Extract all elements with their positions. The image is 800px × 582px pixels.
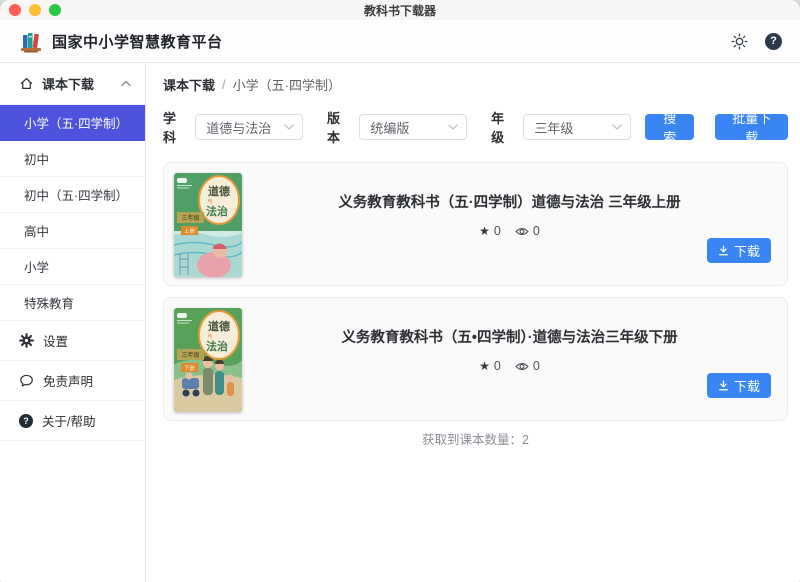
grade-label: 年级 [491, 108, 514, 146]
chevron-up-icon [121, 80, 131, 87]
chevron-down-icon [448, 124, 458, 130]
edition-label: 版本 [327, 108, 350, 146]
star-icon: ★ [479, 224, 490, 238]
svg-text:下册: 下册 [184, 365, 196, 372]
batch-download-button[interactable]: 批量下载 [715, 114, 788, 140]
book-stats: ★ 0 0 [479, 359, 540, 373]
breadcrumb-current: 小学（五·四学制） [233, 75, 341, 94]
sidebar-group-textbook-download[interactable]: 课本下载 [0, 63, 145, 105]
download-button[interactable]: 下载 [707, 238, 771, 263]
eye-icon [515, 361, 529, 372]
book-cover-volume2[interactable]: 道德 与 法治 三年级 下册 [174, 308, 242, 412]
theme-toggle-sun-icon[interactable] [729, 31, 749, 51]
sidebar-item-settings[interactable]: 设置 [0, 321, 145, 361]
platform-title: 国家中小学智慧教育平台 [52, 31, 223, 52]
star-stat: ★ 0 [479, 224, 501, 238]
book-card: 道德 与 法治 三年级 上册 义务教育教科书（五·四学制）道德与法治 三年级上册 [163, 162, 788, 286]
speech-bubble-icon [19, 373, 34, 388]
star-stat: ★ 0 [479, 359, 501, 373]
star-count: 0 [494, 224, 501, 238]
book-title: 义务教育教科书（五·四学制）道德与法治 三年级上册 [338, 191, 680, 212]
svg-text:三年级: 三年级 [181, 214, 199, 222]
views-stat: 0 [515, 359, 540, 373]
svg-text:上册: 上册 [184, 227, 196, 235]
app-header: 国家中小学智慧教育平台 ? [0, 20, 800, 63]
download-icon [718, 245, 729, 256]
svg-text:法治: 法治 [206, 339, 228, 353]
help-icon[interactable]: ? [765, 33, 782, 50]
breadcrumb: 课本下载 / 小学（五·四学制） [163, 75, 788, 94]
result-count-text: 获取到课本数量：2 [163, 429, 788, 448]
views-stat: 0 [515, 224, 540, 238]
svg-text:与: 与 [207, 333, 212, 340]
gear-icon [19, 333, 34, 348]
home-icon [19, 76, 34, 91]
search-button[interactable]: 搜索 [645, 114, 694, 140]
subject-select[interactable]: 道德与法治 [195, 114, 303, 140]
svg-text:三年级: 三年级 [181, 351, 199, 359]
titlebar: 教科书下载器 [0, 0, 800, 20]
sidebar-item-about-help[interactable]: ? 关于/帮助 [0, 401, 145, 441]
sidebar-group-label: 课本下载 [42, 74, 94, 93]
grade-select[interactable]: 三年级 [523, 114, 631, 140]
sidebar-item-special-education[interactable]: 特殊教育 [0, 285, 145, 321]
edition-select[interactable]: 统编版 [359, 114, 467, 140]
svg-text:道德: 道德 [208, 319, 230, 333]
app-logo-books-icon [18, 28, 44, 54]
svg-text:道德: 道德 [208, 184, 230, 198]
window-title: 教科书下载器 [0, 2, 800, 19]
breadcrumb-root[interactable]: 课本下载 [163, 75, 215, 94]
book-title: 义务教育教科书（五•四学制）·道德与法治三年级下册 [341, 326, 677, 347]
sidebar-item-disclaimer[interactable]: 免责声明 [0, 361, 145, 401]
book-info: 义务教育教科书（五·四学制）道德与法治 三年级上册 ★ 0 0 [242, 173, 777, 275]
star-count: 0 [494, 359, 501, 373]
svg-text:与: 与 [207, 198, 212, 205]
chevron-down-icon [612, 124, 622, 130]
sidebar-item-senior[interactable]: 高中 [0, 213, 145, 249]
book-card: 道德 与 法治 三年级 下册 义务教育教科书（五•四学制）·道德与法治三年级下册 [163, 297, 788, 421]
sidebar: 课本下载 小学（五·四学制） 初中 初中（五·四学制） 高中 小学 特殊教育 [0, 63, 146, 582]
book-info: 义务教育教科书（五•四学制）·道德与法治三年级下册 ★ 0 0 [242, 308, 777, 410]
view-count: 0 [533, 224, 540, 238]
download-button[interactable]: 下载 [707, 373, 771, 398]
sidebar-item-primary-5-4[interactable]: 小学（五·四学制） [0, 105, 145, 141]
app-window: 教科书下载器 国家中小学智慧教育平台 ? [0, 0, 800, 582]
chevron-down-icon [284, 124, 294, 130]
main-content: 课本下载 / 小学（五·四学制） 学科 道德与法治 版本 统编版 年级 三年级 [146, 63, 800, 582]
eye-icon [515, 226, 529, 237]
book-cover-volume1[interactable]: 道德 与 法治 三年级 上册 [174, 173, 242, 277]
filter-row: 学科 道德与法治 版本 统编版 年级 三年级 搜索 批量下载 [163, 108, 788, 146]
download-icon [718, 380, 729, 391]
subject-label: 学科 [163, 108, 186, 146]
svg-text:法治: 法治 [206, 204, 228, 218]
breadcrumb-separator: / [222, 77, 226, 92]
header-actions: ? [729, 31, 782, 51]
view-count: 0 [533, 359, 540, 373]
question-circle-icon: ? [19, 414, 33, 428]
sidebar-item-junior[interactable]: 初中 [0, 141, 145, 177]
sidebar-item-junior-5-4[interactable]: 初中（五·四学制） [0, 177, 145, 213]
star-icon: ★ [479, 359, 490, 373]
sidebar-item-primary[interactable]: 小学 [0, 249, 145, 285]
book-stats: ★ 0 0 [479, 224, 540, 238]
